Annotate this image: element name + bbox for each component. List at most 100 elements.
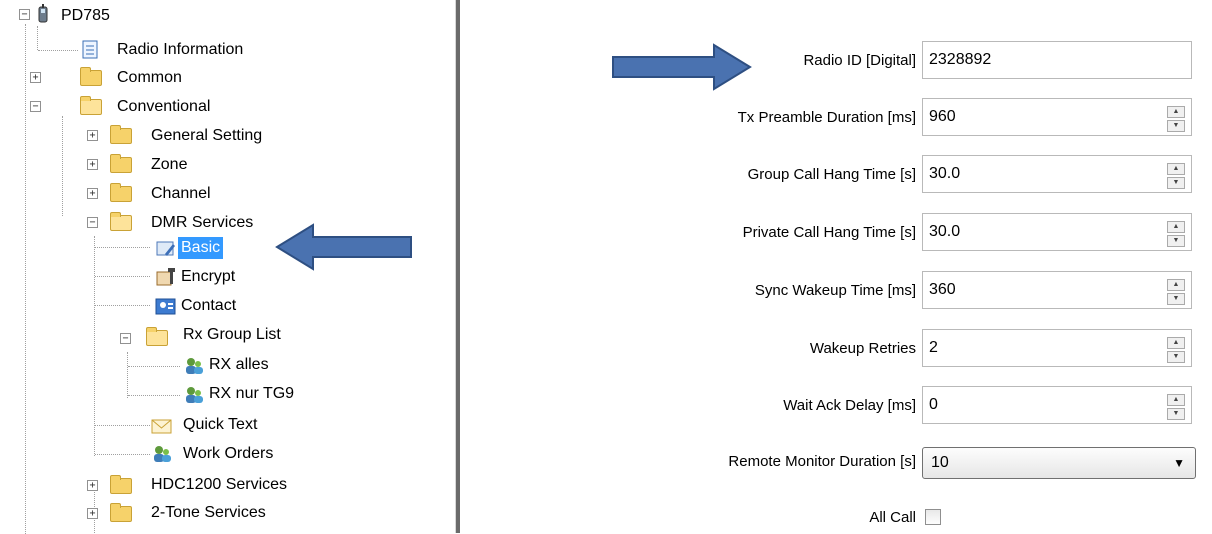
tree-root[interactable]: PD785 xyxy=(58,3,113,29)
group-call-hang-time-input[interactable]: 30.0 ▲ ▼ xyxy=(922,155,1192,193)
wait-ack-delay-input[interactable]: 0 ▲ ▼ xyxy=(922,386,1192,424)
group-call-hang-time-label: Group Call Hang Time [s] xyxy=(747,166,916,183)
tree-item-dmr-services[interactable]: DMR Services xyxy=(148,210,256,236)
tree-item-conventional[interactable]: Conventional xyxy=(114,94,213,120)
tree-guide-line xyxy=(94,236,95,456)
spinner[interactable]: ▲ ▼ xyxy=(1167,337,1185,363)
spinner[interactable]: ▲ ▼ xyxy=(1167,163,1185,189)
group-users-icon xyxy=(183,356,203,374)
tree-item-general-setting[interactable]: General Setting xyxy=(148,123,265,149)
open-folder-icon xyxy=(80,96,102,115)
expand-toggle[interactable]: + xyxy=(87,480,98,491)
collapse-toggle[interactable]: − xyxy=(19,9,30,20)
tree-guide-line xyxy=(95,425,150,426)
remote-monitor-duration-value: 10 xyxy=(931,454,949,471)
sync-wakeup-time-label: Sync Wakeup Time [ms] xyxy=(754,282,916,299)
annotation-arrow-left xyxy=(275,223,412,271)
group-call-hang-time-value: 30.0 xyxy=(929,165,961,182)
spin-down-icon[interactable]: ▼ xyxy=(1167,351,1185,363)
spin-up-icon[interactable]: ▲ xyxy=(1167,337,1185,349)
folder-icon xyxy=(110,125,132,144)
all-call-label: All Call xyxy=(869,509,916,526)
remote-monitor-duration-select[interactable]: 10 ▼ xyxy=(922,447,1196,479)
wait-ack-delay-value: 0 xyxy=(929,396,938,413)
tree-guide-line xyxy=(38,50,78,51)
tree-item-hdc1200-services[interactable]: HDC1200 Services xyxy=(148,472,290,498)
spinner[interactable]: ▲ ▼ xyxy=(1167,221,1185,247)
collapse-toggle[interactable]: − xyxy=(30,101,41,112)
expand-toggle[interactable]: + xyxy=(30,72,41,83)
spin-down-icon[interactable]: ▼ xyxy=(1167,408,1185,420)
spin-up-icon[interactable]: ▲ xyxy=(1167,279,1185,291)
folder-icon xyxy=(110,475,132,494)
spinner[interactable]: ▲ ▼ xyxy=(1167,106,1185,132)
contact-card-icon xyxy=(155,296,176,315)
spin-up-icon[interactable]: ▲ xyxy=(1167,163,1185,175)
tree-panel[interactable]: − PD785 Radio Information + Common − Con… xyxy=(0,0,456,534)
tree-item-encrypt[interactable]: Encrypt xyxy=(178,264,238,290)
all-call-checkbox[interactable] xyxy=(925,509,941,525)
tree-item-rx-group-list[interactable]: Rx Group List xyxy=(180,322,284,348)
spinner[interactable]: ▲ ▼ xyxy=(1167,394,1185,420)
spin-down-icon[interactable]: ▼ xyxy=(1167,293,1185,305)
wakeup-retries-label: Wakeup Retries xyxy=(809,340,916,357)
tree-guide-line xyxy=(128,395,180,396)
settings-wrench-icon xyxy=(155,238,175,256)
tree-guide-line xyxy=(37,26,38,50)
tree-item-rx-alles[interactable]: RX alles xyxy=(206,352,272,378)
tree-item-common[interactable]: Common xyxy=(114,65,185,91)
private-call-hang-time-label: Private Call Hang Time [s] xyxy=(742,224,916,241)
radio-id-label: Radio ID [Digital] xyxy=(803,52,916,69)
open-folder-icon xyxy=(110,212,132,231)
tree-guide-line xyxy=(95,305,150,306)
collapse-toggle[interactable]: − xyxy=(120,333,131,344)
annotation-arrow-right xyxy=(612,43,752,91)
spin-up-icon[interactable]: ▲ xyxy=(1167,106,1185,118)
spin-up-icon[interactable]: ▲ xyxy=(1167,394,1185,406)
expand-toggle[interactable]: + xyxy=(87,508,98,519)
tree-item-contact[interactable]: Contact xyxy=(178,293,239,319)
tree-item-zone[interactable]: Zone xyxy=(148,152,190,178)
tree-guide-line xyxy=(62,116,63,216)
tree-guide-line xyxy=(25,24,26,534)
tree-item-rx-nur-tg9[interactable]: RX nur TG9 xyxy=(206,381,297,407)
tx-preamble-label: Tx Preamble Duration [ms] xyxy=(737,109,916,126)
expand-toggle[interactable]: + xyxy=(87,188,98,199)
radio-id-input[interactable]: 2328892 xyxy=(922,41,1192,79)
expand-toggle[interactable]: + xyxy=(87,159,98,170)
spin-down-icon[interactable]: ▼ xyxy=(1167,177,1185,189)
tree-guide-line xyxy=(95,247,150,248)
tree-guide-line xyxy=(95,454,150,455)
group-users-icon xyxy=(183,385,203,403)
spin-down-icon[interactable]: ▼ xyxy=(1167,120,1185,132)
tree-item-quick-text[interactable]: Quick Text xyxy=(180,412,260,438)
spin-down-icon[interactable]: ▼ xyxy=(1167,235,1185,247)
tree-guide-line xyxy=(95,276,150,277)
tree-item-work-orders[interactable]: Work Orders xyxy=(180,441,276,467)
tree-item-channel[interactable]: Channel xyxy=(148,181,214,207)
sync-wakeup-time-input[interactable]: 360 ▲ ▼ xyxy=(922,271,1192,309)
spin-up-icon[interactable]: ▲ xyxy=(1167,221,1185,233)
tree-item-radio-information[interactable]: Radio Information xyxy=(114,37,246,63)
private-call-hang-time-input[interactable]: 30.0 ▲ ▼ xyxy=(922,213,1192,251)
wait-ack-delay-label: Wait Ack Delay [ms] xyxy=(783,397,916,414)
private-call-hang-time-value: 30.0 xyxy=(929,223,961,240)
tree-guide-line xyxy=(127,352,128,398)
spinner[interactable]: ▲ ▼ xyxy=(1167,279,1185,305)
tree-item-basic[interactable]: Basic xyxy=(178,235,224,261)
wakeup-retries-value: 2 xyxy=(929,339,938,356)
collapse-toggle[interactable]: − xyxy=(87,217,98,228)
encrypt-key-icon xyxy=(155,267,175,286)
folder-icon xyxy=(110,503,132,522)
tx-preamble-input[interactable]: 960 ▲ ▼ xyxy=(922,98,1192,136)
folder-icon xyxy=(110,154,132,173)
remote-monitor-duration-label: Remote Monitor Duration [s] xyxy=(728,453,916,470)
expand-toggle[interactable]: + xyxy=(87,130,98,141)
tx-preamble-value: 960 xyxy=(929,108,956,125)
tree-item-2-tone-services[interactable]: 2-Tone Services xyxy=(148,500,269,526)
settings-form: Radio ID [Digital] 2328892 Tx Preamble D… xyxy=(460,0,1212,533)
sync-wakeup-time-value: 360 xyxy=(929,281,956,298)
wakeup-retries-input[interactable]: 2 ▲ ▼ xyxy=(922,329,1192,367)
group-users-icon xyxy=(151,444,171,462)
document-icon xyxy=(80,40,100,59)
